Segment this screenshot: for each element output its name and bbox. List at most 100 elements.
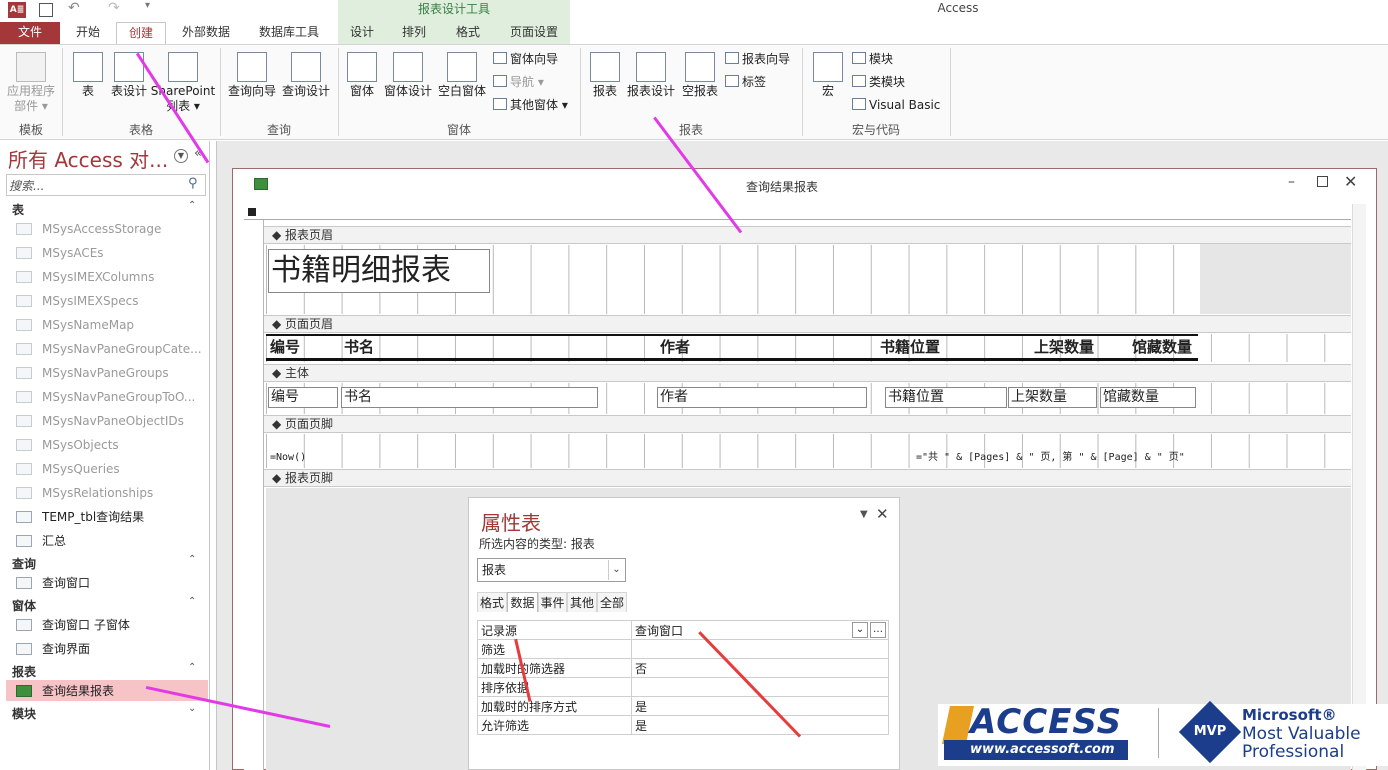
property-row[interactable]: 筛选: [477, 639, 889, 659]
sharepoint-lists-button[interactable]: SharePoint 列表 ▾: [150, 52, 216, 114]
collapse-section-icon[interactable]: ⌃: [188, 596, 196, 607]
property-row[interactable]: 记录源 查询窗口 ⌄…: [477, 620, 889, 640]
visual-basic-button[interactable]: Visual Basic: [852, 97, 940, 113]
header-label-title[interactable]: 书名: [342, 338, 412, 358]
property-row[interactable]: 加载时的排序方式是: [477, 696, 889, 716]
nav-item-report[interactable]: 查询结果报表: [16, 684, 114, 698]
vertical-ruler[interactable]: [244, 220, 264, 770]
nav-section-modules[interactable]: 模块: [12, 705, 36, 722]
report-selector[interactable]: [248, 208, 256, 216]
nav-item-table[interactable]: 汇总: [16, 534, 66, 548]
undo-icon[interactable]: ↶: [68, 0, 80, 16]
prop-tab-data[interactable]: 数据: [507, 592, 538, 612]
customize-qat-icon[interactable]: ▾: [145, 0, 150, 11]
field-shelf-qty[interactable]: 上架数量: [1008, 387, 1097, 408]
section-bar-detail[interactable]: ◆ 主体: [264, 364, 1351, 382]
class-module-button[interactable]: 类模块: [852, 74, 905, 90]
property-value[interactable]: 是: [631, 715, 889, 735]
nav-item-table[interactable]: MSysRelationships: [16, 486, 153, 500]
property-sheet-menu-icon[interactable]: ▼: [860, 509, 868, 520]
collapse-section-icon[interactable]: ⌃: [188, 662, 196, 673]
nav-menu-chevron-icon[interactable]: ▼: [174, 149, 188, 163]
nav-item-table[interactable]: MSysACEs: [16, 246, 104, 260]
nav-section-reports[interactable]: 报表: [12, 663, 36, 680]
nav-search-input[interactable]: 搜索...: [9, 177, 44, 194]
nav-section-queries[interactable]: 查询: [12, 555, 36, 572]
table-design-button[interactable]: 表设计: [108, 52, 150, 99]
builder-button-icon[interactable]: …: [870, 622, 886, 638]
field-id[interactable]: 编号: [268, 387, 338, 408]
tab-external-data[interactable]: 外部数据: [170, 22, 242, 44]
property-value[interactable]: 否: [631, 658, 889, 678]
form-wizard-button[interactable]: 窗体向导: [493, 51, 558, 67]
record-source-dropdown-icon[interactable]: ⌄: [852, 622, 868, 638]
property-value[interactable]: 查询窗口 ⌄…: [631, 620, 889, 640]
footer-pages-textbox[interactable]: ="共 " & [Pages] & " 页, 第 " & [Page] & " …: [914, 450, 1198, 467]
table-button[interactable]: 表: [70, 52, 106, 99]
section-bar-report-footer[interactable]: ◆ 报表页脚: [264, 469, 1351, 487]
property-sheet-close-icon[interactable]: ✕: [876, 505, 889, 523]
tab-arrange[interactable]: 排列: [394, 22, 434, 44]
collapse-section-icon[interactable]: ⌃: [188, 554, 196, 565]
form-design-button[interactable]: 窗体设计: [382, 52, 434, 99]
tab-file[interactable]: 文件: [0, 22, 60, 44]
more-forms-button[interactable]: 其他窗体 ▾: [493, 97, 568, 113]
property-row[interactable]: 排序依据: [477, 677, 889, 697]
header-label-author[interactable]: 作者: [658, 338, 728, 358]
nav-item-table[interactable]: MSysNameMap: [16, 318, 134, 332]
property-value[interactable]: 是: [631, 696, 889, 716]
footer-now-textbox[interactable]: =Now(): [268, 450, 332, 467]
nav-item-table[interactable]: MSysQueries: [16, 462, 120, 476]
form-button[interactable]: 窗体: [344, 52, 380, 99]
nav-item-table[interactable]: MSysNavPaneObjectIDs: [16, 414, 184, 428]
blank-form-button[interactable]: 空白窗体: [436, 52, 488, 99]
prop-tab-format[interactable]: 格式: [477, 592, 507, 612]
query-design-button[interactable]: 查询设计: [280, 52, 332, 99]
header-label-id[interactable]: 编号: [268, 338, 326, 358]
report-design-button[interactable]: 报表设计: [624, 52, 678, 99]
header-label-shelf-qty[interactable]: 上架数量: [1032, 338, 1102, 358]
application-parts-button[interactable]: 应用程序 部件 ▾: [4, 52, 58, 114]
header-label-location[interactable]: 书籍位置: [878, 338, 958, 358]
save-icon[interactable]: [39, 3, 53, 17]
nav-item-table[interactable]: MSysNavPaneGroupCate...: [16, 342, 202, 356]
blank-report-button[interactable]: 空报表: [680, 52, 720, 99]
nav-item-query[interactable]: 查询窗口: [16, 576, 90, 590]
tab-format[interactable]: 格式: [446, 22, 490, 44]
tab-database-tools[interactable]: 数据库工具: [246, 22, 332, 44]
nav-item-form[interactable]: 查询窗口 子窗体: [16, 618, 130, 632]
nav-pane-title[interactable]: 所有 Access 对...: [8, 144, 168, 173]
redo-icon[interactable]: ↷: [108, 0, 120, 16]
nav-section-tables[interactable]: 表: [12, 201, 24, 218]
property-row[interactable]: 允许筛选是: [477, 715, 889, 735]
nav-item-table[interactable]: MSysNavPaneGroupToO...: [16, 390, 195, 404]
header-label-stock-qty[interactable]: 馆藏数量: [1130, 338, 1200, 358]
navigation-button[interactable]: 导航 ▾: [493, 74, 544, 90]
selection-dropdown[interactable]: 报表: [477, 558, 626, 582]
nav-item-table[interactable]: MSysObjects: [16, 438, 119, 452]
nav-item-table[interactable]: MSysNavPaneGroups: [16, 366, 169, 380]
query-wizard-button[interactable]: 查询向导: [226, 52, 278, 99]
field-title[interactable]: 书名: [341, 387, 598, 408]
section-bar-page-header[interactable]: ◆ 页面页眉: [264, 315, 1351, 333]
field-stock-qty[interactable]: 馆藏数量: [1100, 387, 1196, 408]
minimize-icon[interactable]: –: [1288, 174, 1295, 190]
tab-design[interactable]: 设计: [342, 22, 382, 44]
labels-button[interactable]: 标签: [725, 74, 766, 90]
prop-tab-event[interactable]: 事件: [538, 592, 567, 612]
expand-section-icon[interactable]: ⌄: [188, 703, 196, 714]
nav-item-table[interactable]: TEMP_tbl查询结果: [16, 510, 144, 524]
field-location[interactable]: 书籍位置: [885, 387, 1007, 408]
close-icon[interactable]: ✕: [1344, 172, 1357, 191]
report-title-label[interactable]: 书籍明细报表: [268, 249, 490, 293]
field-author[interactable]: 作者: [657, 387, 867, 408]
tab-page-setup[interactable]: 页面设置: [502, 22, 566, 44]
prop-tab-other[interactable]: 其他: [567, 592, 597, 612]
section-bar-report-header[interactable]: ◆ 报表页眉: [264, 226, 1351, 244]
report-wizard-button[interactable]: 报表向导: [725, 51, 790, 67]
tab-home[interactable]: 开始: [64, 22, 112, 44]
collapse-section-icon[interactable]: ⌃: [188, 200, 196, 211]
selection-dropdown-chevron-icon[interactable]: ⌄: [608, 560, 624, 580]
prop-tab-all[interactable]: 全部: [597, 592, 627, 612]
report-button[interactable]: 报表: [588, 52, 622, 99]
